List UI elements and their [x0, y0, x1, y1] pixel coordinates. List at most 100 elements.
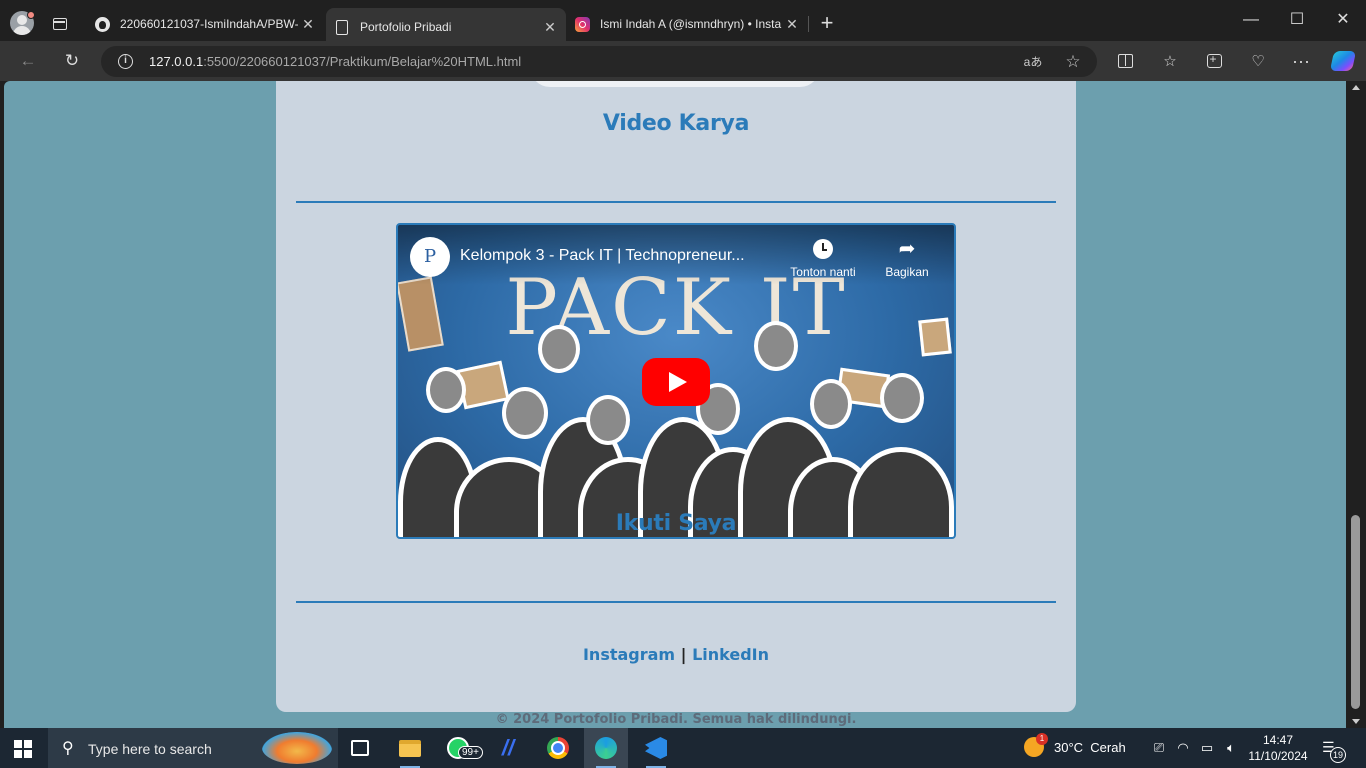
task-view-icon [351, 740, 369, 756]
collections-icon[interactable] [1201, 48, 1227, 74]
weather-alert-badge: 1 [1036, 733, 1048, 745]
page-icon [334, 19, 350, 35]
browser-titlebar: 220660121037-IsmiIndahA/PBW-I ✕ Portofol… [0, 0, 1366, 46]
video-title[interactable]: Kelompok 3 - Pack IT | Technopreneur... [460, 247, 780, 265]
channel-logo[interactable]: P [410, 237, 450, 277]
edge-button[interactable] [584, 728, 628, 768]
scrollbar-thumb[interactable] [1351, 515, 1360, 709]
search-placeholder: Type here to search [88, 741, 212, 757]
profile-status-dot [27, 11, 35, 19]
footer-copyright: © 2024 Portofolio Pribadi. Semua hak dil… [495, 712, 857, 727]
notification-count: 19 [1330, 747, 1346, 763]
person-head [502, 387, 548, 439]
watch-later-button[interactable]: Tonton nanti [778, 239, 868, 279]
weather-temp: 30°C [1054, 739, 1084, 755]
github-icon [94, 16, 110, 32]
whatsapp-badge: 99+ [458, 746, 483, 759]
person-head [426, 367, 466, 413]
vscode-button[interactable] [634, 728, 678, 768]
linkedin-link[interactable]: LinkedIn [692, 645, 769, 664]
file-explorer-button[interactable] [388, 728, 432, 768]
play-button-icon[interactable] [642, 358, 710, 406]
tab-close-icon[interactable]: ✕ [298, 16, 318, 33]
search-highlight-image [262, 732, 332, 764]
search-icon: ⚲ [62, 740, 74, 757]
favorite-star-icon[interactable]: ☆ [1063, 52, 1083, 72]
tab-separator [808, 16, 809, 32]
previous-section-element [530, 81, 820, 87]
meet-now-icon[interactable]: ⎚ [1150, 739, 1168, 757]
minimize-button[interactable]: — [1228, 0, 1274, 40]
instagram-icon [574, 16, 590, 32]
tab-close-icon[interactable]: ✕ [782, 16, 802, 33]
tab-actions-icon[interactable] [46, 12, 74, 36]
close-window-button[interactable]: ✕ [1320, 0, 1366, 40]
reload-icon[interactable]: ↻ [57, 47, 87, 75]
tab-title: 220660121037-IsmiIndahA/PBW-I [120, 17, 298, 31]
tab-title: Portofolio Pribadi [360, 20, 452, 34]
clock-time: 14:47 [1262, 733, 1294, 747]
scroll-up-arrow-icon[interactable] [1352, 85, 1360, 90]
app-button[interactable]: // [486, 728, 530, 768]
share-icon: ➦ [898, 238, 916, 260]
follow-section-title: Ikuti Saya [615, 511, 737, 536]
taskbar-search[interactable]: ⚲ Type here to search [48, 728, 338, 768]
split-screen-icon[interactable] [1112, 48, 1138, 74]
back-arrow-icon[interactable]: ← [13, 47, 43, 75]
windows-taskbar: ⚲ Type here to search 99+ // 1 30°C Cera… [0, 728, 1366, 768]
weather-condition: Cerah [1090, 739, 1126, 755]
content-card: Video Karya PACK IT P Kelompok 3 - Pack … [276, 81, 1076, 727]
video-section-title: Video Karya [602, 111, 750, 136]
person-head [810, 379, 852, 429]
clock-date: 11/10/2024 [1248, 749, 1308, 763]
system-clock[interactable]: 14:47 11/10/2024 [1246, 732, 1310, 764]
wifi-icon[interactable]: ◠ [1174, 739, 1192, 757]
read-aloud-icon[interactable]: aあ [1023, 52, 1043, 72]
edge-icon [595, 737, 617, 759]
person-head [538, 325, 580, 373]
vertical-scrollbar[interactable] [1346, 81, 1366, 728]
chrome-icon [547, 737, 569, 759]
person-head [586, 395, 630, 445]
maximize-button[interactable]: ☐ [1274, 0, 1320, 40]
watch-later-label: Tonton nanti [790, 265, 856, 279]
link-separator: | [680, 645, 687, 664]
url-host: 127.0.0.1 [149, 54, 204, 69]
social-links: Instagram | LinkedIn [276, 645, 1076, 664]
section-divider [296, 601, 1056, 603]
address-bar[interactable]: i 127.0.0.1:5500/220660121037/Praktikum/… [101, 46, 1097, 77]
url-path: :5500/220660121037/Praktikum/Belajar%20H… [203, 54, 522, 69]
person-head [880, 373, 924, 423]
person-head [754, 321, 798, 371]
chrome-button[interactable] [536, 728, 580, 768]
share-label: Bagikan [885, 265, 929, 279]
windows-start-icon[interactable] [14, 740, 32, 758]
more-menu-icon[interactable]: ··· [1288, 48, 1314, 74]
battery-icon[interactable]: ▭ [1198, 739, 1216, 757]
clock-icon [813, 239, 833, 259]
new-tab-button[interactable]: + [814, 10, 840, 36]
scroll-down-arrow-icon[interactable] [1352, 719, 1360, 724]
url-text[interactable]: 127.0.0.1:5500/220660121037/Praktikum/Be… [149, 54, 521, 69]
weather-widget[interactable]: 1 30°C Cerah [1024, 733, 1126, 757]
page-viewport: Video Karya PACK IT P Kelompok 3 - Pack … [4, 81, 1346, 728]
tab-instagram[interactable]: Ismi Indah A (@ismndhryn) • Insta ✕ [566, 8, 808, 40]
weather-sun-icon: 1 [1024, 733, 1048, 757]
task-view-button[interactable] [338, 728, 382, 768]
tab-github[interactable]: 220660121037-IsmiIndahA/PBW-I ✕ [86, 8, 324, 40]
browser-essentials-icon[interactable]: ♡ [1245, 48, 1271, 74]
instagram-link[interactable]: Instagram [583, 645, 675, 664]
folder-icon [399, 739, 421, 757]
youtube-embed[interactable]: PACK IT P Kelompok 3 - Pack IT | Technop… [396, 223, 956, 539]
volume-icon[interactable]: 🔈︎ [1222, 739, 1240, 757]
vscode-icon [645, 737, 667, 759]
section-divider [296, 201, 1056, 203]
site-info-icon[interactable]: i [118, 54, 133, 69]
copilot-icon[interactable] [1329, 48, 1357, 74]
notification-center-icon[interactable]: ☰ 19 [1322, 739, 1346, 763]
tab-close-icon[interactable]: ✕ [540, 19, 560, 36]
share-button[interactable]: ➦ Bagikan [872, 239, 942, 279]
slash-app-icon: // [501, 735, 515, 760]
whatsapp-button[interactable]: 99+ [436, 728, 483, 768]
favorites-icon[interactable]: ☆ [1157, 48, 1183, 74]
